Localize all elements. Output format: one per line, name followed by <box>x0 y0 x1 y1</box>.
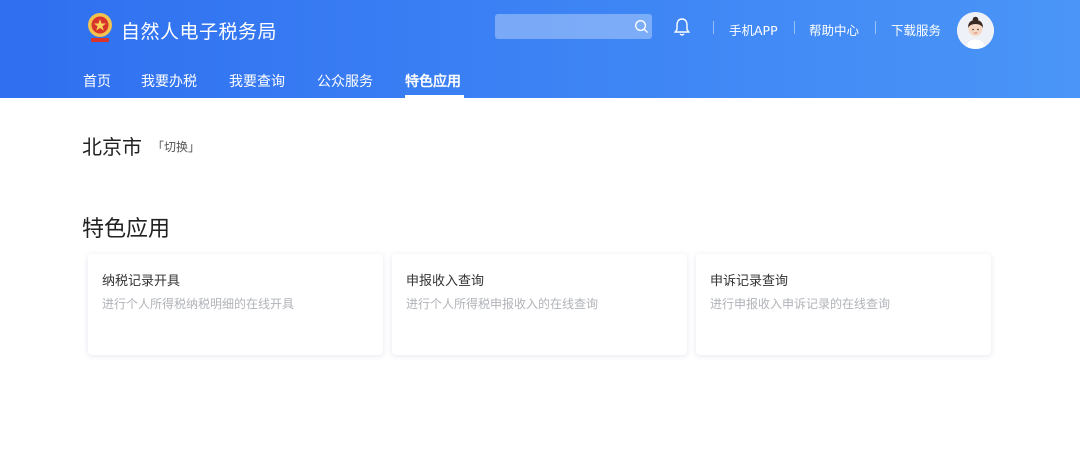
nav-home[interactable]: 首页 <box>83 71 111 91</box>
card-appeal-query[interactable]: 申诉记录查询 进行申报收入申诉记录的在线查询 <box>696 254 991 355</box>
search-icon[interactable] <box>634 19 649 34</box>
card-title: 申诉记录查询 <box>710 274 789 289</box>
download-service-link[interactable]: 下载服务 <box>891 20 941 39</box>
card-title: 纳税记录开具 <box>102 274 181 289</box>
nav-query[interactable]: 我要查询 <box>229 71 285 91</box>
current-city: 北京市 <box>82 135 142 159</box>
help-center-link[interactable]: 帮助中心 <box>809 20 859 39</box>
switch-city-link[interactable]: 「切换」 <box>152 138 200 155</box>
bell-icon[interactable] <box>673 17 691 37</box>
card-income-query[interactable]: 申报收入查询 进行个人所得税申报收入的在线查询 <box>392 254 687 355</box>
section-title: 特色应用 <box>82 217 171 242</box>
mobile-app-link[interactable]: 手机APP <box>729 20 778 39</box>
nav-public-service[interactable]: 公众服务 <box>317 71 373 91</box>
card-title: 申报收入查询 <box>406 274 485 289</box>
divider <box>875 21 876 34</box>
nav-tax-handling[interactable]: 我要办税 <box>141 71 197 91</box>
nav-featured-apps[interactable]: 特色应用 <box>405 71 461 91</box>
top-header: 自然人电子税务局 手机APP 帮助中心 下载服务 首页 我要办税 我要查询 公众… <box>0 0 1080 98</box>
card-description: 进行个人所得税申报收入的在线查询 <box>406 297 599 311</box>
divider <box>713 21 714 34</box>
site-title[interactable]: 自然人电子税务局 <box>121 17 277 44</box>
tax-emblem-icon[interactable] <box>84 10 116 46</box>
card-description: 进行申报收入申诉记录的在线查询 <box>710 297 891 311</box>
user-avatar-icon <box>957 12 994 49</box>
card-tax-record-issue[interactable]: 纳税记录开具 进行个人所得税纳税明细的在线开具 <box>88 254 383 355</box>
divider <box>794 21 795 34</box>
search-input[interactable] <box>495 14 652 39</box>
card-description: 进行个人所得税纳税明细的在线开具 <box>102 297 295 311</box>
avatar[interactable] <box>957 12 994 49</box>
active-tab-indicator <box>405 95 464 98</box>
